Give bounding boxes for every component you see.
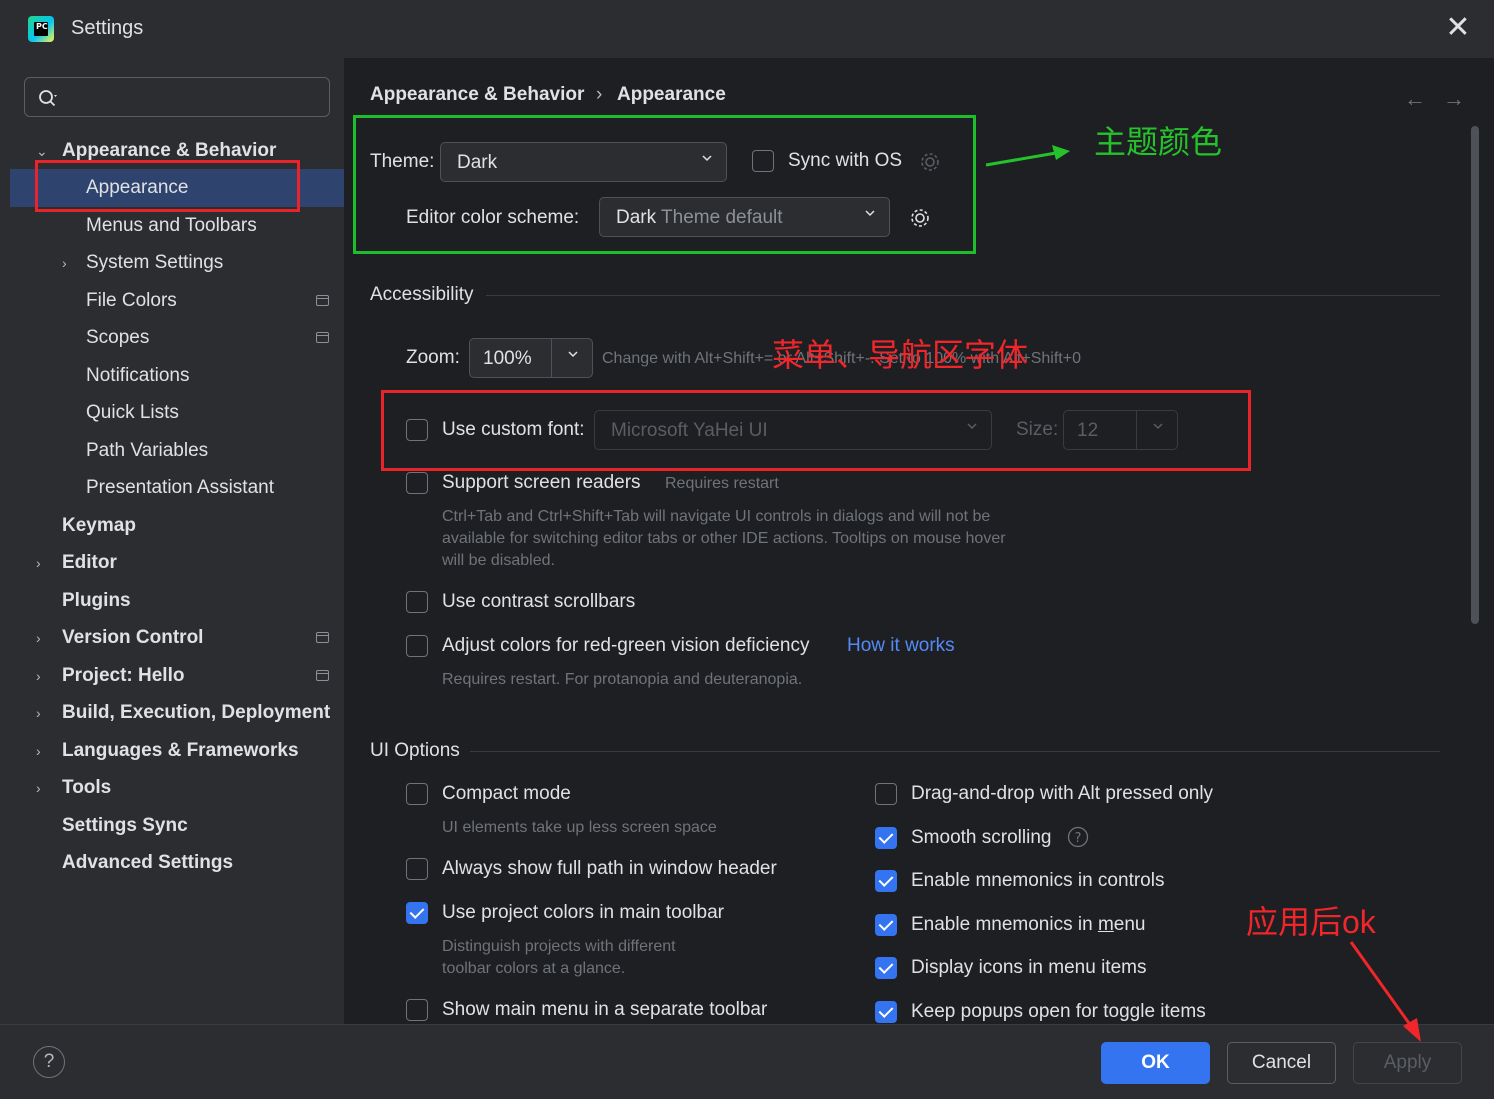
how-it-works-link[interactable]: How it works (847, 635, 955, 657)
screen-readers-label: Support screen readers (442, 472, 641, 493)
sidebar-item-tools[interactable]: Tools (62, 770, 111, 806)
chevron-right-icon[interactable]: › (36, 631, 50, 645)
accessibility-section-title: Accessibility (370, 284, 474, 305)
sidebar-item-version-control[interactable]: Version Control (62, 620, 203, 656)
icons-menu-label: Display icons in menu items (911, 957, 1147, 978)
annotation-red-box-font (381, 390, 1251, 471)
main-menu-toolbar-checkbox[interactable] (406, 999, 428, 1021)
color-deficiency-checkbox[interactable] (406, 635, 428, 657)
chevron-right-icon[interactable]: › (62, 256, 76, 270)
mnemonics-controls-label: Enable mnemonics in controls (911, 870, 1165, 891)
sidebar-item-path-variables[interactable]: Path Variables (86, 433, 208, 469)
project-level-icon (316, 332, 329, 343)
sidebar-item-editor[interactable]: Editor (62, 545, 117, 581)
section-divider (470, 751, 1440, 752)
pycharm-logo-icon: PC (28, 16, 54, 42)
dnd-alt-checkbox[interactable] (875, 783, 897, 805)
screen-readers-desc: will be disabled. (442, 552, 555, 569)
dnd-alt-label: Drag-and-drop with Alt pressed only (911, 783, 1214, 804)
search-icon (39, 90, 57, 107)
project-colors-hint: Distinguish projects with different (442, 938, 676, 955)
smooth-scrolling-checkbox[interactable] (875, 827, 897, 849)
sidebar-item-project[interactable]: Project: Hello (62, 658, 184, 694)
smooth-scrolling-label: Smooth scrolling (911, 827, 1052, 848)
mnemonics-menu-checkbox[interactable] (875, 914, 897, 936)
scrollbar[interactable] (1471, 126, 1479, 624)
sidebar-item-plugins[interactable]: Plugins (62, 583, 131, 619)
screen-readers-desc: available for switching editor tabs or o… (442, 530, 1006, 547)
popups-open-label: Keep popups open for toggle items (911, 1001, 1206, 1022)
annotation-red-box-appearance (35, 160, 300, 212)
chevron-right-icon[interactable]: › (36, 781, 50, 795)
sidebar-item-notifications[interactable]: Notifications (86, 358, 190, 394)
project-level-icon (316, 632, 329, 643)
sidebar-item-file-colors[interactable]: File Colors (86, 283, 177, 319)
sidebar-item-presentation-assistant[interactable]: Presentation Assistant (86, 470, 274, 506)
svg-text:?: ? (1075, 831, 1082, 846)
search-input[interactable] (24, 77, 330, 117)
compact-mode-checkbox[interactable] (406, 783, 428, 805)
close-icon[interactable]: ✕ (1444, 13, 1472, 43)
full-path-label: Always show full path in window header (442, 858, 777, 879)
sidebar-item-menus-toolbars[interactable]: Menus and Toolbars (86, 208, 257, 244)
sidebar-item-advanced-settings[interactable]: Advanced Settings (62, 845, 233, 881)
forward-arrow-icon[interactable]: → (1443, 86, 1465, 112)
popups-open-checkbox[interactable] (875, 1001, 897, 1023)
sidebar-item-languages[interactable]: Languages & Frameworks (62, 733, 299, 769)
breadcrumb-separator: › (596, 84, 603, 105)
sidebar-item-quick-lists[interactable]: Quick Lists (86, 395, 179, 431)
sidebar-item-keymap[interactable]: Keymap (62, 508, 136, 544)
help-question-icon[interactable]: ? (1067, 826, 1089, 848)
window-title: Settings (71, 17, 144, 39)
help-button[interactable]: ? (33, 1046, 65, 1078)
chevron-right-icon[interactable]: › (36, 669, 50, 683)
zoom-value: 100% (483, 348, 532, 369)
breadcrumb-current: Appearance (617, 84, 726, 105)
screen-readers-checkbox[interactable] (406, 472, 428, 494)
back-arrow-icon[interactable]: ← (1404, 86, 1426, 112)
screen-readers-desc: Ctrl+Tab and Ctrl+Shift+Tab will navigat… (442, 508, 991, 525)
sidebar-item-build[interactable]: Build, Execution, Deployment (62, 695, 330, 731)
chevron-down-icon[interactable]: ⌄ (36, 144, 50, 158)
compact-mode-hint: UI elements take up less screen space (442, 819, 717, 836)
zoom-dropdown[interactable]: 100% (469, 338, 593, 378)
ui-options-section-title: UI Options (370, 740, 460, 761)
chevron-down-icon (568, 351, 578, 358)
project-level-icon (316, 670, 329, 681)
compact-mode-label: Compact mode (442, 783, 571, 804)
color-deficiency-hint: Requires restart. For protanopia and deu… (442, 671, 803, 688)
ok-button[interactable]: OK (1101, 1042, 1210, 1084)
color-deficiency-label: Adjust colors for red-green vision defic… (442, 635, 810, 656)
cancel-button[interactable]: Cancel (1227, 1042, 1336, 1084)
mnemonics-menu-label: Enable mnemonics in menu (911, 914, 1146, 935)
section-divider (486, 295, 1440, 296)
project-colors-checkbox[interactable] (406, 902, 428, 924)
sidebar-item-settings-sync[interactable]: Settings Sync (62, 808, 188, 844)
project-level-icon (316, 295, 329, 306)
annotation-theme-color: 主题颜色 (1094, 124, 1223, 160)
icons-menu-checkbox[interactable] (875, 957, 897, 979)
apply-button[interactable]: Apply (1353, 1042, 1462, 1084)
annotation-green-arrow (985, 145, 1070, 167)
chevron-right-icon[interactable]: › (36, 706, 50, 720)
project-colors-hint: toolbar colors at a glance. (442, 960, 626, 977)
annotation-green-box-theme (353, 115, 976, 254)
breadcrumb-parent[interactable]: Appearance & Behavior (370, 84, 584, 106)
main-menu-toolbar-label: Show main menu in a separate toolbar (442, 999, 768, 1020)
contrast-scrollbars-label: Use contrast scrollbars (442, 591, 636, 612)
screen-readers-hint: Requires restart (665, 475, 779, 492)
zoom-label: Zoom: (406, 347, 460, 368)
sidebar-item-system-settings[interactable]: System Settings (86, 245, 223, 281)
chevron-right-icon[interactable]: › (36, 744, 50, 758)
annotation-red-arrow (1349, 941, 1421, 1042)
title-bar (0, 0, 1494, 58)
annotation-apply-ok: 应用后ok (1246, 904, 1376, 940)
full-path-checkbox[interactable] (406, 858, 428, 880)
mnemonics-controls-checkbox[interactable] (875, 870, 897, 892)
contrast-scrollbars-checkbox[interactable] (406, 591, 428, 613)
chevron-right-icon[interactable]: › (36, 556, 50, 570)
sidebar-item-scopes[interactable]: Scopes (86, 320, 149, 356)
project-colors-label: Use project colors in main toolbar (442, 902, 724, 923)
annotation-menu-font: 菜单、导航区字体 (772, 337, 1029, 373)
